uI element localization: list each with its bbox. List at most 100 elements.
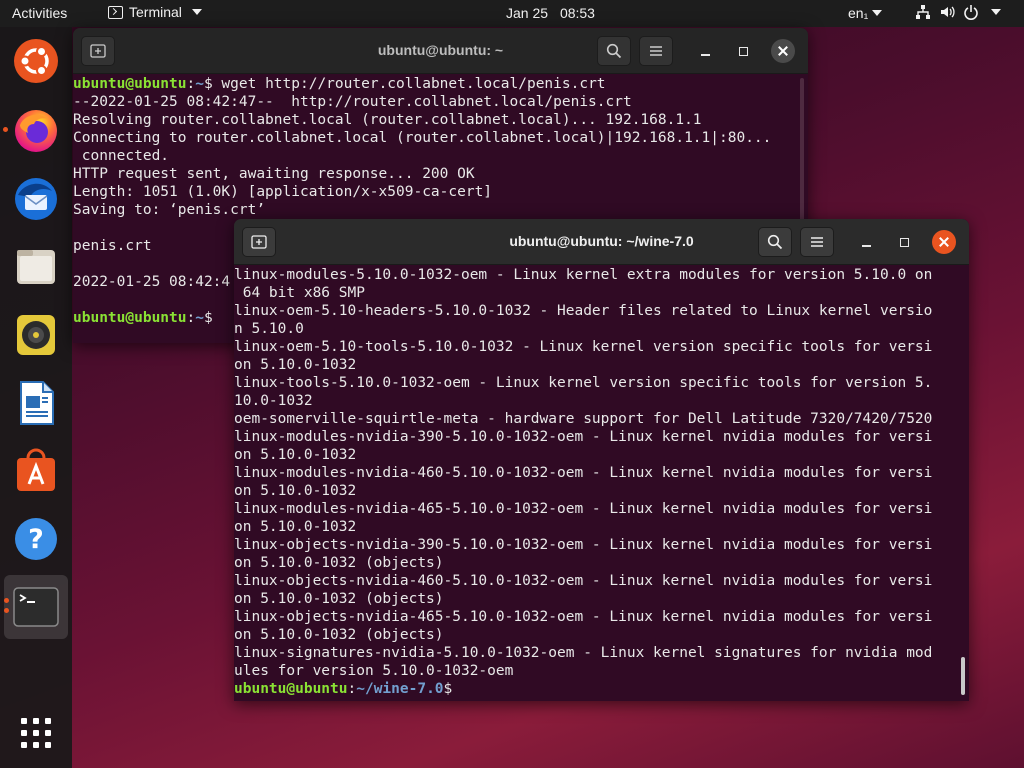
top-bar: Activities Terminal Jan 25 08:53 en₁ — [0, 0, 1024, 27]
line-text: linux-modules-nvidia-390-5.10.0-1032-oem… — [234, 429, 933, 445]
output-line: linux-modules-nvidia-390-5.10.0-1032-oem… — [234, 428, 959, 446]
output-line: linux-oem-5.10-tools-5.10.0-1032 - Linux… — [234, 338, 959, 356]
line-text: n 5.10.0 — [234, 321, 304, 337]
output-line: Saving to: ‘penis.crt’ — [73, 201, 798, 219]
prompt-user: ubuntu@ubuntu — [234, 681, 348, 697]
output-line: linux-modules-nvidia-465-5.10.0-1032-oem… — [234, 500, 959, 518]
input-language-label: en₁ — [848, 5, 869, 21]
app-menu[interactable]: Terminal — [108, 4, 202, 20]
maximize-button[interactable] — [892, 230, 916, 254]
line-text: HTTP request sent, awaiting response... … — [73, 166, 475, 182]
prompt-path: ~ — [195, 310, 204, 326]
output-line: connected. — [73, 147, 798, 165]
running-indicator — [3, 127, 8, 132]
line-text: linux-modules-nvidia-465-5.10.0-1032-oem… — [234, 501, 933, 517]
prompt-colon: : — [186, 310, 196, 326]
prompt-user: ubuntu@ubuntu — [73, 76, 187, 92]
clock[interactable]: Jan 25 08:53 — [506, 5, 595, 21]
line-text: $ — [203, 310, 222, 326]
line-text: oem-somerville-squirtle-meta - hardware … — [234, 411, 933, 427]
dock-item-software[interactable] — [10, 445, 62, 497]
activities-button[interactable]: Activities — [12, 5, 67, 21]
line-text: Length: 1051 (1.0K) [application/x-x509-… — [73, 184, 493, 200]
volume-icon — [941, 6, 955, 18]
input-language-menu[interactable]: en₁ — [848, 5, 883, 21]
dock-item-files[interactable] — [10, 241, 62, 293]
output-line: ules for version 5.10.0-1032-oem — [234, 662, 959, 680]
line-text: linux-objects-nvidia-390-5.10.0-1032-oem… — [234, 537, 933, 553]
output-line: linux-signatures-nvidia-5.10.0-1032-oem … — [234, 644, 959, 662]
dock-item-rhythmbox[interactable] — [10, 309, 62, 361]
titlebar[interactable]: ubuntu@ubuntu: ~ — [73, 28, 808, 74]
output-line: on 5.10.0-1032 — [234, 356, 959, 374]
close-button[interactable] — [932, 230, 956, 254]
line-text: linux-oem-5.10-headers-5.10.0-1032 - Hea… — [234, 303, 933, 319]
output-line: 64 bit x86 SMP — [234, 284, 959, 302]
line-text: on 5.10.0-1032 (objects) — [234, 627, 444, 643]
prompt-colon: : — [347, 681, 357, 697]
running-indicator — [4, 598, 9, 603]
thunderbird-icon — [15, 178, 57, 220]
line-text: linux-modules-nvidia-460-5.10.0-1032-oem… — [234, 465, 933, 481]
output-line: linux-modules-5.10.0-1032-oem - Linux ke… — [234, 266, 959, 284]
prompt-line: ubuntu@ubuntu:~$ wget http://router.coll… — [73, 75, 798, 93]
dock: ? — [0, 27, 72, 768]
prompt-path: ~/wine-7.0 — [356, 681, 444, 697]
minimize-icon — [861, 245, 871, 247]
line-text: $ wget http://router.collabnet.local/pen… — [203, 76, 606, 92]
hamburger-menu-button[interactable] — [800, 227, 834, 257]
clock-time: 08:53 — [559, 5, 595, 21]
close-icon — [778, 46, 788, 56]
output-line: Resolving router.collabnet.local (router… — [73, 111, 798, 129]
minimize-button[interactable] — [693, 39, 717, 63]
network-icon — [916, 5, 930, 19]
line-text: linux-objects-nvidia-465-5.10.0-1032-oem… — [234, 609, 933, 625]
libreoffice-writer-icon — [20, 381, 54, 425]
output-line: linux-tools-5.10.0-1032-oem - Linux kern… — [234, 374, 959, 392]
output-line: n 5.10.0 — [234, 320, 959, 338]
prompt-path: ~ — [195, 76, 204, 92]
output-line: linux-modules-nvidia-460-5.10.0-1032-oem… — [234, 464, 959, 482]
terminal-icon — [13, 587, 59, 627]
line-text: linux-objects-nvidia-460-5.10.0-1032-oem… — [234, 573, 933, 589]
output-line: 10.0-1032 — [234, 392, 959, 410]
prompt-user: ubuntu@ubuntu — [73, 310, 187, 326]
line-text: Resolving router.collabnet.local (router… — [73, 112, 702, 128]
output-line: on 5.10.0-1032 (objects) — [234, 554, 959, 572]
close-button[interactable] — [771, 39, 795, 63]
maximize-button[interactable] — [731, 39, 755, 63]
show-applications-button[interactable] — [10, 707, 62, 759]
dock-item-ubuntu[interactable] — [10, 35, 62, 87]
terminal-output[interactable]: linux-modules-5.10.0-1032-oem - Linux ke… — [234, 266, 959, 701]
rhythmbox-icon — [17, 315, 55, 355]
dock-item-terminal[interactable] — [4, 575, 68, 639]
clock-date: Jan 25 — [506, 5, 549, 21]
minimize-icon — [700, 54, 710, 56]
svg-text:?: ? — [28, 524, 44, 555]
titlebar[interactable]: ubuntu@ubuntu: ~/wine-7.0 — [234, 219, 969, 265]
dock-item-firefox[interactable] — [3, 105, 62, 157]
output-line: HTTP request sent, awaiting response... … — [73, 165, 798, 183]
output-line: Connecting to router.collabnet.local (ro… — [73, 129, 798, 147]
dock-item-help[interactable]: ? — [10, 513, 62, 565]
scrollbar[interactable] — [961, 657, 965, 695]
hamburger-icon — [650, 46, 662, 56]
line-text: on 5.10.0-1032 — [234, 483, 357, 499]
dock-item-writer[interactable] — [10, 377, 62, 429]
search-button[interactable] — [758, 227, 792, 257]
line-text: Saving to: ‘penis.crt’ — [73, 202, 266, 218]
help-icon: ? — [15, 518, 57, 560]
search-button[interactable] — [597, 36, 631, 66]
line-text: penis.crt — [73, 238, 152, 254]
hamburger-icon — [811, 237, 823, 247]
minimize-button[interactable] — [854, 230, 878, 254]
chevron-down-icon — [872, 10, 883, 16]
output-line: linux-objects-nvidia-465-5.10.0-1032-oem… — [234, 608, 959, 626]
line-text: --2022-01-25 08:42:47-- http://router.co… — [73, 94, 632, 110]
terminal-window-wine[interactable]: ubuntu@ubuntu: ~/wine-7.0 linux-modules-… — [234, 219, 969, 701]
hamburger-menu-button[interactable] — [639, 36, 673, 66]
dock-item-thunderbird[interactable] — [10, 173, 62, 225]
output-line: on 5.10.0-1032 — [234, 518, 959, 536]
system-menu[interactable] — [915, 4, 1001, 20]
line-text: 64 bit x86 SMP — [234, 285, 365, 301]
